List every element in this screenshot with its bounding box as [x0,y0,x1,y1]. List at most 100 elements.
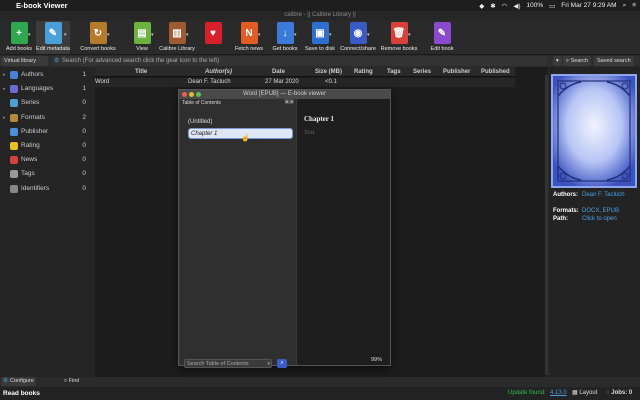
search-dropdown[interactable]: ▾ [553,56,562,66]
saved-search-button[interactable]: Saved search [594,56,634,66]
toc-search-input[interactable]: Search Table of Contents ▾ [184,359,272,368]
toc-float-close-icon[interactable]: ▣▣ [285,99,294,105]
search-placeholder: Search (For advanced search click the ge… [62,58,220,64]
tag-browser-item-publisher[interactable]: Publisher 0 [0,125,95,139]
column-authors[interactable]: Author(s) [205,67,232,77]
toc-search-button[interactable]: ⌕ [277,359,287,368]
wifi-icon[interactable]: ◠ [502,2,508,10]
chevron-down-icon[interactable]: ▾ [267,360,270,368]
maximize-window-icon[interactable] [196,92,201,97]
layout-button[interactable]: ▦ Layout [572,387,597,400]
book-cover[interactable] [551,74,637,188]
tag-browser-item-formats[interactable]: ▸ Formats 2 [0,111,95,125]
tag-browser-item-rating[interactable]: Rating 0 [0,139,95,153]
column-series[interactable]: Series [413,67,431,77]
dropbox-icon[interactable]: ◆ [479,2,484,10]
gear-icon[interactable]: ⚙ [54,56,59,66]
toc-item-untitled[interactable]: (Untitled) [188,119,212,125]
dropdown-arrow-icon[interactable]: ▾ [151,32,154,38]
configure-button[interactable]: ⚙ Configure [1,377,36,386]
chapter-heading: Chapter 1 [304,115,335,123]
tag-browser-item-series[interactable]: Series 0 [0,96,95,110]
toolbar-label: View [136,46,148,52]
meta-formats-label: Formats: [553,208,579,214]
tag-browser-item-authors[interactable]: ▸ Authors 1 [0,68,95,82]
close-window-icon[interactable] [182,92,187,97]
viewer-titlebar[interactable]: Word [EPUB] — E-book viewer [179,90,390,99]
app-menu-name[interactable]: E-book Viewer [16,1,68,10]
flag-icon [10,85,18,94]
toolbar-label: Remove books [380,46,418,52]
toc-panel: Table of Contents ▣▣ (Untitled) Chapter … [180,99,296,368]
tag-browser-item-identifiers[interactable]: Identifiers 0 [0,182,95,196]
dropdown-arrow-icon[interactable]: ▾ [258,32,261,38]
meta-authors-link[interactable]: Dean F. Tacluch [582,192,632,198]
volume-icon[interactable]: ◀) [513,2,520,10]
toolbar-edit-book-button[interactable]: ✎ Edit book [425,21,459,54]
jobs-spinner-icon: ◌ [606,390,610,396]
virtual-library-label: Virtual library [4,58,36,64]
dropdown-arrow-icon[interactable]: ▾ [329,32,332,38]
toolbar-label: Edit book [430,46,454,52]
toc-item-label: Chapter 1 [191,131,218,137]
layout-icon: ▦ [572,390,578,396]
tag-browser-item-languages[interactable]: ▸ Languages 1 [0,82,95,96]
meta-path: Path: Click to open [553,216,617,222]
dropdown-arrow-icon[interactable]: ▾ [367,32,370,38]
update-found-label[interactable]: Update found: [508,387,546,400]
column-size[interactable]: Size (MB) [315,67,342,77]
tag-browser-item-news[interactable]: News 0 [0,153,95,167]
column-tags[interactable]: Tags [387,67,401,77]
virtual-library-button[interactable]: Virtual library [1,56,48,66]
control-center-icon[interactable]: ≡ [632,2,636,9]
spotlight-icon[interactable]: ⌕ [623,2,627,10]
body-text: Text [304,130,315,136]
dropdown-arrow-icon[interactable]: ▾ [186,32,189,38]
tag-count: 0 [82,127,86,135]
book-list-scrollbar[interactable] [545,75,548,375]
update-version-link[interactable]: 4.13.0 [550,387,567,400]
star-icon [10,142,18,150]
dropdown-arrow-icon[interactable]: ▾ [107,32,110,38]
expand-arrow-icon[interactable]: ▸ [3,68,6,82]
column-title[interactable]: Title [135,67,147,77]
column-published[interactable]: Published [481,67,510,77]
table-row[interactable]: Word Dean F. Tacluch 27 Mar 2020 <0.1 [95,78,515,87]
menubar-status-area: ◆ ✱ ◠ ◀) 100% ▭ Fri Mar 27 9:29 AM ⌕ ≡ [479,0,636,11]
edit-metadata-icon: ✎ [44,22,62,44]
expand-arrow-icon[interactable]: ▸ [3,82,6,96]
toc-header: Table of Contents [182,100,221,106]
dropdown-arrow-icon[interactable]: ▾ [408,32,411,38]
calibre-library-icon: ▥ [168,22,186,44]
meta-formats-link[interactable]: DOCX, EPUB [582,208,619,214]
publisher-icon [10,127,18,136]
save-to-disk-icon: ▣ [311,22,329,44]
fetch-news-icon: N [240,22,258,44]
search-button[interactable]: ⌕ Search [563,56,592,66]
toolbar-favorite-button[interactable]: ♥ [203,21,223,54]
column-publisher[interactable]: Publisher [443,67,470,77]
find-button[interactable]: ⌕ Find [64,377,79,386]
search-input[interactable]: ⚙ Search (For advanced search click the … [52,56,547,66]
configure-label: Configure [10,378,34,384]
meta-path-link[interactable]: Click to open [582,216,617,222]
tag-count: 0 [82,156,86,164]
menubar-clock[interactable]: Fri Mar 27 9:29 AM [561,2,616,9]
dropdown-arrow-icon[interactable]: ▾ [294,32,297,38]
toolbar-label: Edit metadata [36,46,70,52]
dropdown-arrow-icon[interactable]: ▾ [28,32,31,38]
saved-search-label: Saved search [597,58,631,64]
reader-pane[interactable]: Chapter 1 Text 99% [297,99,390,365]
meta-formats: Formats: DOCX, EPUB [553,208,619,214]
column-date[interactable]: Date [272,67,285,77]
bluetooth-icon[interactable]: ✱ [490,2,495,10]
minimize-window-icon[interactable] [189,92,194,97]
dropdown-arrow-icon[interactable]: ▾ [64,32,67,38]
jobs-button[interactable]: ◌ Jobs: 0 [606,387,632,400]
expand-arrow-icon[interactable]: ▸ [3,111,6,125]
tag-count: 0 [82,99,86,107]
tag-label: Formats [21,113,45,121]
tag-browser-item-tags[interactable]: Tags 0 [0,167,95,181]
column-rating[interactable]: Rating [354,67,373,77]
battery-icon[interactable]: ▭ [549,2,555,10]
